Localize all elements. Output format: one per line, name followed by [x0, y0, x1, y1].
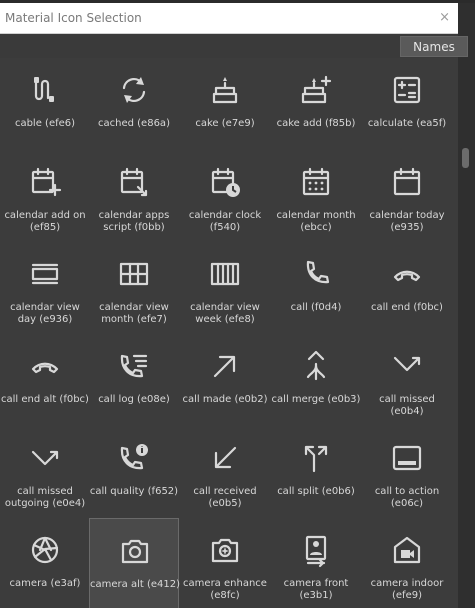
icon-label: call to action (e06c): [374, 486, 440, 509]
icon-tile[interactable]: call (f0d4): [271, 242, 361, 334]
camera-indoor-icon: [389, 532, 425, 568]
window-title: Material Icon Selection: [5, 11, 142, 25]
icon-label: cake add (f85b): [276, 118, 356, 129]
icon-label: call quality (f652): [89, 486, 179, 497]
icon-tile[interactable]: call merge (e0b3): [271, 334, 361, 426]
cake-add-icon: [298, 72, 334, 108]
close-icon[interactable]: ×: [439, 10, 450, 25]
icon-grid: cable (efe6) cached (e86a) cake (e7e9) cake…: [0, 58, 458, 608]
camera-front-icon: [298, 532, 334, 568]
icon-label: calendar today (e935): [369, 210, 445, 233]
icon-tile[interactable]: calendar month (ebcc): [271, 150, 361, 242]
icon-tile[interactable]: cached (e86a): [89, 58, 179, 150]
icon-label: calculate (ea5f): [367, 118, 447, 129]
call-log-icon: [116, 348, 152, 384]
icon-tile[interactable]: cable (efe6): [0, 58, 90, 150]
icon-tile[interactable]: call missed outgoing (e0e4): [0, 426, 90, 518]
toolbar: [0, 34, 458, 58]
icon-label: cake (e7e9): [195, 118, 255, 129]
icon-tile[interactable]: camera enhance (e8fc): [180, 518, 270, 608]
icon-label: call received (e0b5): [193, 486, 257, 509]
call-made-icon: [207, 348, 243, 384]
calendar-view-day-icon: [27, 256, 63, 292]
icon-tile[interactable]: calendar add on (ef85): [0, 150, 90, 242]
icon-tile[interactable]: call received (e0b5): [180, 426, 270, 518]
calendar-clock-icon: [207, 164, 243, 200]
calendar-add-on-icon: [27, 164, 63, 200]
icon-tile[interactable]: camera front (e3b1): [271, 518, 361, 608]
icon-tile[interactable]: cake add (f85b): [271, 58, 361, 150]
icon-tile[interactable]: call quality (f652): [89, 426, 179, 518]
icon-label: calendar view day (e936): [10, 302, 80, 325]
icon-label: calendar clock (f540): [188, 210, 262, 233]
icon-tile[interactable]: call to action (e06c): [362, 426, 452, 518]
icon-tile[interactable]: call end alt (f0bc): [0, 334, 90, 426]
icon-tile[interactable]: call split (e0b6): [271, 426, 361, 518]
icon-label: call merge (e0b3): [271, 394, 361, 405]
camera-enhance-icon: [207, 532, 243, 568]
title-bar: Material Icon Selection ×: [0, 3, 458, 34]
calculate-icon: [389, 72, 425, 108]
icon-label: calendar view month (efe7): [99, 302, 169, 325]
icon-label: call missed (e0b4): [379, 394, 435, 417]
icon-label: call end (f0bc): [371, 302, 443, 313]
camera-alt-icon: [117, 533, 153, 569]
call-to-action-icon: [389, 440, 425, 476]
icon-label: cached (e86a): [98, 118, 170, 129]
icon-tile[interactable]: calendar clock (f540): [180, 150, 270, 242]
call-missed-icon: [389, 348, 425, 384]
icon-tile[interactable]: calendar view week (efe8): [180, 242, 270, 334]
icon-label: call (f0d4): [290, 302, 342, 313]
icon-label: calendar apps script (f0bb): [98, 210, 170, 233]
names-button[interactable]: Names: [400, 36, 468, 57]
call-icon: [298, 256, 334, 292]
icon-tile[interactable]: camera alt (e412): [89, 518, 180, 608]
call-missed-outgoing-icon: [27, 440, 63, 476]
camera-icon: [27, 532, 63, 568]
icon-label: call missed outgoing (e0e4): [4, 486, 86, 509]
icon-label: call split (e0b6): [277, 486, 355, 497]
icon-tile[interactable]: cake (e7e9): [180, 58, 270, 150]
icon-label: camera enhance (e8fc): [183, 578, 267, 601]
icon-label: call made (e0b2): [182, 394, 268, 405]
icon-label: call end alt (f0bc): [1, 394, 89, 405]
icon-label: camera indoor (efe9): [370, 578, 444, 601]
icon-label: camera front (e3b1): [283, 578, 349, 601]
calendar-view-month-icon: [116, 256, 152, 292]
icon-tile[interactable]: calendar today (e935): [362, 150, 452, 242]
icon-tile[interactable]: call end (f0bc): [362, 242, 452, 334]
cake-icon: [207, 72, 243, 108]
icon-tile[interactable]: camera (e3af): [0, 518, 90, 608]
icon-label: cable (efe6): [14, 118, 76, 129]
icon-tile[interactable]: calendar apps script (f0bb): [89, 150, 179, 242]
icon-label: call log (e08e): [98, 394, 170, 405]
call-end-icon: [389, 256, 425, 292]
icon-label: calendar add on (ef85): [4, 210, 86, 233]
scrollbar-track[interactable]: [458, 58, 475, 608]
icon-tile[interactable]: call missed (e0b4): [362, 334, 452, 426]
icon-tile[interactable]: calendar view month (efe7): [89, 242, 179, 334]
call-merge-icon: [298, 348, 334, 384]
call-received-icon: [207, 440, 243, 476]
scrollbar-thumb[interactable]: [462, 148, 469, 168]
cable-icon: [27, 72, 63, 108]
icon-tile[interactable]: calculate (ea5f): [362, 58, 452, 150]
icon-label: camera alt (e412): [90, 579, 180, 590]
icon-tile[interactable]: call log (e08e): [89, 334, 179, 426]
icon-label: calendar view week (efe8): [190, 302, 260, 325]
call-quality-icon: [116, 440, 152, 476]
cached-icon: [116, 72, 152, 108]
calendar-today-icon: [389, 164, 425, 200]
icon-label: camera (e3af): [9, 578, 81, 589]
icon-label: calendar month (ebcc): [276, 210, 356, 233]
calendar-apps-script-icon: [116, 164, 152, 200]
icon-tile[interactable]: calendar view day (e936): [0, 242, 90, 334]
calendar-month-icon: [298, 164, 334, 200]
icon-tile[interactable]: call made (e0b2): [180, 334, 270, 426]
call-end-alt-icon: [27, 348, 63, 384]
call-split-icon: [298, 440, 334, 476]
icon-tile[interactable]: camera indoor (efe9): [362, 518, 452, 608]
calendar-view-week-icon: [207, 256, 243, 292]
